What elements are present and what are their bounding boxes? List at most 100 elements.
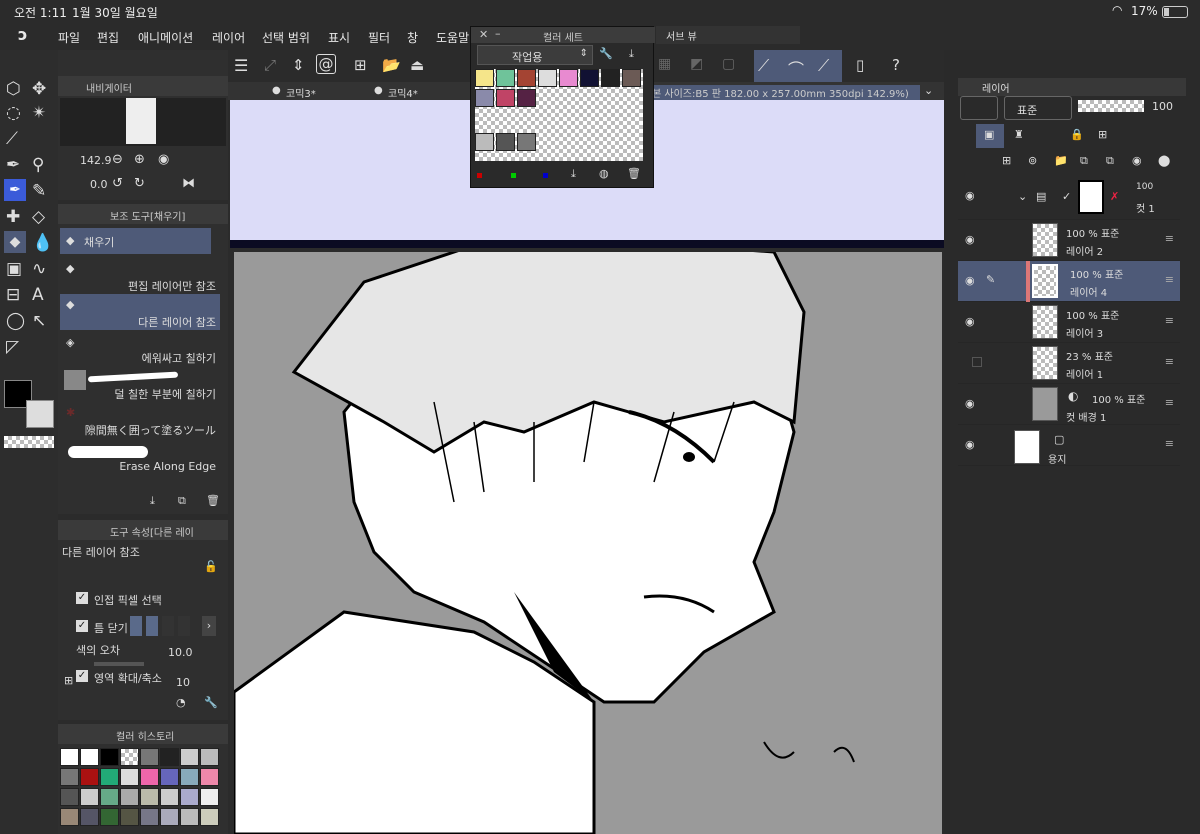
history-swatch[interactable] (60, 768, 79, 786)
history-swatch[interactable] (120, 768, 139, 786)
download-icon[interactable]: ⤓ (150, 494, 155, 508)
history-swatch[interactable] (100, 808, 119, 826)
updown-icon[interactable]: ⇕ (292, 56, 305, 74)
delete-layer-icon[interactable]: ⬤ (1158, 154, 1170, 167)
drag-handle-icon[interactable]: ≡ (1165, 355, 1174, 368)
copy-layer-icon[interactable]: ⧉ (1080, 154, 1088, 168)
checkbox-icon[interactable]: ✓ (76, 620, 88, 632)
color-set-swatch[interactable] (517, 89, 536, 107)
import-color-icon[interactable]: ⤓ (571, 167, 576, 181)
lighthouse-icon[interactable]: ♜ (1014, 128, 1024, 141)
layer-row-frame-bg[interactable]: ◉ ◐ 100 % 표준 컷 배경 1 ≡ (958, 384, 1180, 425)
mask-add-icon[interactable]: ◉ (1132, 154, 1142, 167)
frame-border-icon[interactable]: ▢ (722, 56, 735, 72)
menu-filter[interactable]: 필터 (368, 29, 390, 46)
color-margin-value[interactable]: 10.0 (168, 646, 193, 659)
device-icon[interactable]: ▯ (856, 56, 864, 74)
ruler-icon[interactable]: ◸ (6, 335, 19, 359)
layer-row-1[interactable]: 23 % 표준 레이어 1 ≡ (958, 343, 1180, 384)
gap-level-4[interactable] (178, 616, 190, 636)
duplicate-icon[interactable]: ⧉ (178, 494, 186, 508)
history-swatch[interactable] (100, 768, 119, 786)
history-swatch[interactable] (80, 768, 99, 786)
subtool-item-erase-edge[interactable]: Erase Along Edge (60, 440, 220, 476)
eye-icon[interactable]: ◉ (965, 397, 977, 410)
color-set-swatch[interactable] (475, 89, 494, 107)
blend-icon[interactable]: 💧 (32, 231, 53, 255)
history-swatch[interactable] (180, 768, 199, 786)
drag-handle-icon[interactable]: ≡ (1165, 437, 1174, 450)
pen-tool-icon[interactable]: ✒ (6, 153, 20, 177)
grid-snap-icon[interactable]: ⟋ (818, 56, 829, 76)
color-set-swatch[interactable] (580, 69, 599, 87)
layer-row-4[interactable]: ◉ ✎ 100 % 표준 레이어 4 ≡ (958, 261, 1180, 302)
add-color-icon[interactable]: ◍ (599, 167, 609, 180)
history-swatch[interactable] (60, 808, 79, 826)
history-swatch[interactable] (140, 768, 159, 786)
flip-horizontal-icon[interactable]: ⧓ (182, 176, 195, 191)
lock-icon[interactable]: 🔒 (1070, 128, 1084, 141)
subtool-item-other-layer[interactable]: ◆ 다른 레이어 참조 (60, 294, 220, 330)
decoration-icon[interactable]: ✎ (32, 179, 46, 203)
select-tool-icon[interactable]: ⬡ (6, 77, 21, 101)
layer-row-3[interactable]: ◉ 100 % 표준 레이어 3 ≡ (958, 302, 1180, 343)
checkbox-icon[interactable]: ✓ (76, 592, 88, 604)
transform-icon[interactable]: ⤢ (264, 56, 276, 74)
menu-edit[interactable]: 편집 (97, 29, 119, 46)
check-icon[interactable]: ✓ (1062, 190, 1071, 203)
balloon-icon[interactable]: ◯ (6, 309, 25, 333)
history-swatch[interactable] (200, 748, 219, 766)
history-swatch[interactable] (200, 768, 219, 786)
subtool-item-edit-layer[interactable]: ◆ 편집 레이어만 참조 (60, 258, 220, 294)
mask-icon[interactable]: ⊞ (1098, 128, 1107, 141)
eraser-icon[interactable]: ◇ (32, 205, 45, 229)
rotate-left-icon[interactable]: ↺ (112, 176, 123, 191)
history-swatch[interactable] (140, 788, 159, 806)
hidden-checkbox[interactable] (972, 357, 982, 367)
canvas-area[interactable] (230, 100, 944, 834)
history-swatch[interactable] (180, 748, 199, 766)
special-ruler-icon[interactable]: ⟋ (758, 56, 769, 76)
chevron-right-icon[interactable]: › (202, 616, 216, 636)
color-set-grid[interactable] (475, 69, 643, 161)
eye-icon[interactable]: ◉ (965, 189, 977, 202)
eye-icon[interactable]: ◉ (965, 233, 977, 246)
color-set-swatch[interactable] (475, 133, 494, 151)
open-folder-icon[interactable]: 📂 (382, 56, 401, 74)
move-tool-icon[interactable]: ✥ (32, 77, 46, 101)
history-swatch[interactable] (60, 788, 79, 806)
layer-row-paper[interactable]: ◉ ▢ 용지 ≡ (958, 425, 1180, 466)
history-swatch[interactable] (160, 768, 179, 786)
subtool-item-unfilled[interactable]: 덜 칠한 부분에 칠하기 (60, 368, 220, 404)
color-set-swatch[interactable] (475, 69, 494, 87)
opacity-value[interactable]: 100 (1152, 100, 1173, 113)
history-swatch[interactable] (60, 748, 79, 766)
new-vector-icon[interactable]: ⊚ (1028, 154, 1037, 167)
text-tool-icon[interactable]: A (32, 283, 44, 307)
grid-icon[interactable]: ▦ (658, 56, 671, 72)
help-icon[interactable]: ? (892, 56, 900, 74)
menu-file[interactable]: 파일 (58, 29, 80, 46)
trash-icon[interactable]: 🗑 (627, 167, 641, 180)
color-set-preset-select[interactable]: 작업용 ⇕ (477, 45, 593, 65)
color-set-swatch[interactable] (538, 69, 557, 87)
history-swatch[interactable] (80, 808, 99, 826)
color-set-swatch[interactable] (601, 69, 620, 87)
wrench-icon[interactable]: 🔧 (599, 47, 613, 60)
gap-level-1[interactable] (130, 616, 142, 636)
menu-animation[interactable]: 애니메이션 (138, 29, 193, 46)
frame-icon[interactable]: ⊟ (6, 283, 20, 307)
history-swatch[interactable] (120, 808, 139, 826)
merge-icon[interactable]: ⧉ (1106, 154, 1114, 168)
layer-row-2[interactable]: ◉ 100 % 표준 레이어 2 ≡ (958, 220, 1180, 261)
color-history-grid[interactable] (60, 748, 222, 828)
layer-row-frame[interactable]: ◉ ⌄ ▤ ✓ ✗ 100 컷 1 (958, 176, 1180, 220)
artwork-panel[interactable] (234, 252, 942, 834)
history-swatch[interactable] (100, 788, 119, 806)
zoom-in-icon[interactable]: ⊕ (134, 152, 145, 167)
color-margin-slider[interactable] (94, 662, 144, 666)
color-set-swatch[interactable] (517, 69, 536, 87)
gradient-icon[interactable]: ▣ (6, 257, 22, 281)
tab-comic3[interactable]: 코믹3* (286, 85, 316, 100)
tab-comic4[interactable]: 코믹4* (388, 85, 418, 100)
